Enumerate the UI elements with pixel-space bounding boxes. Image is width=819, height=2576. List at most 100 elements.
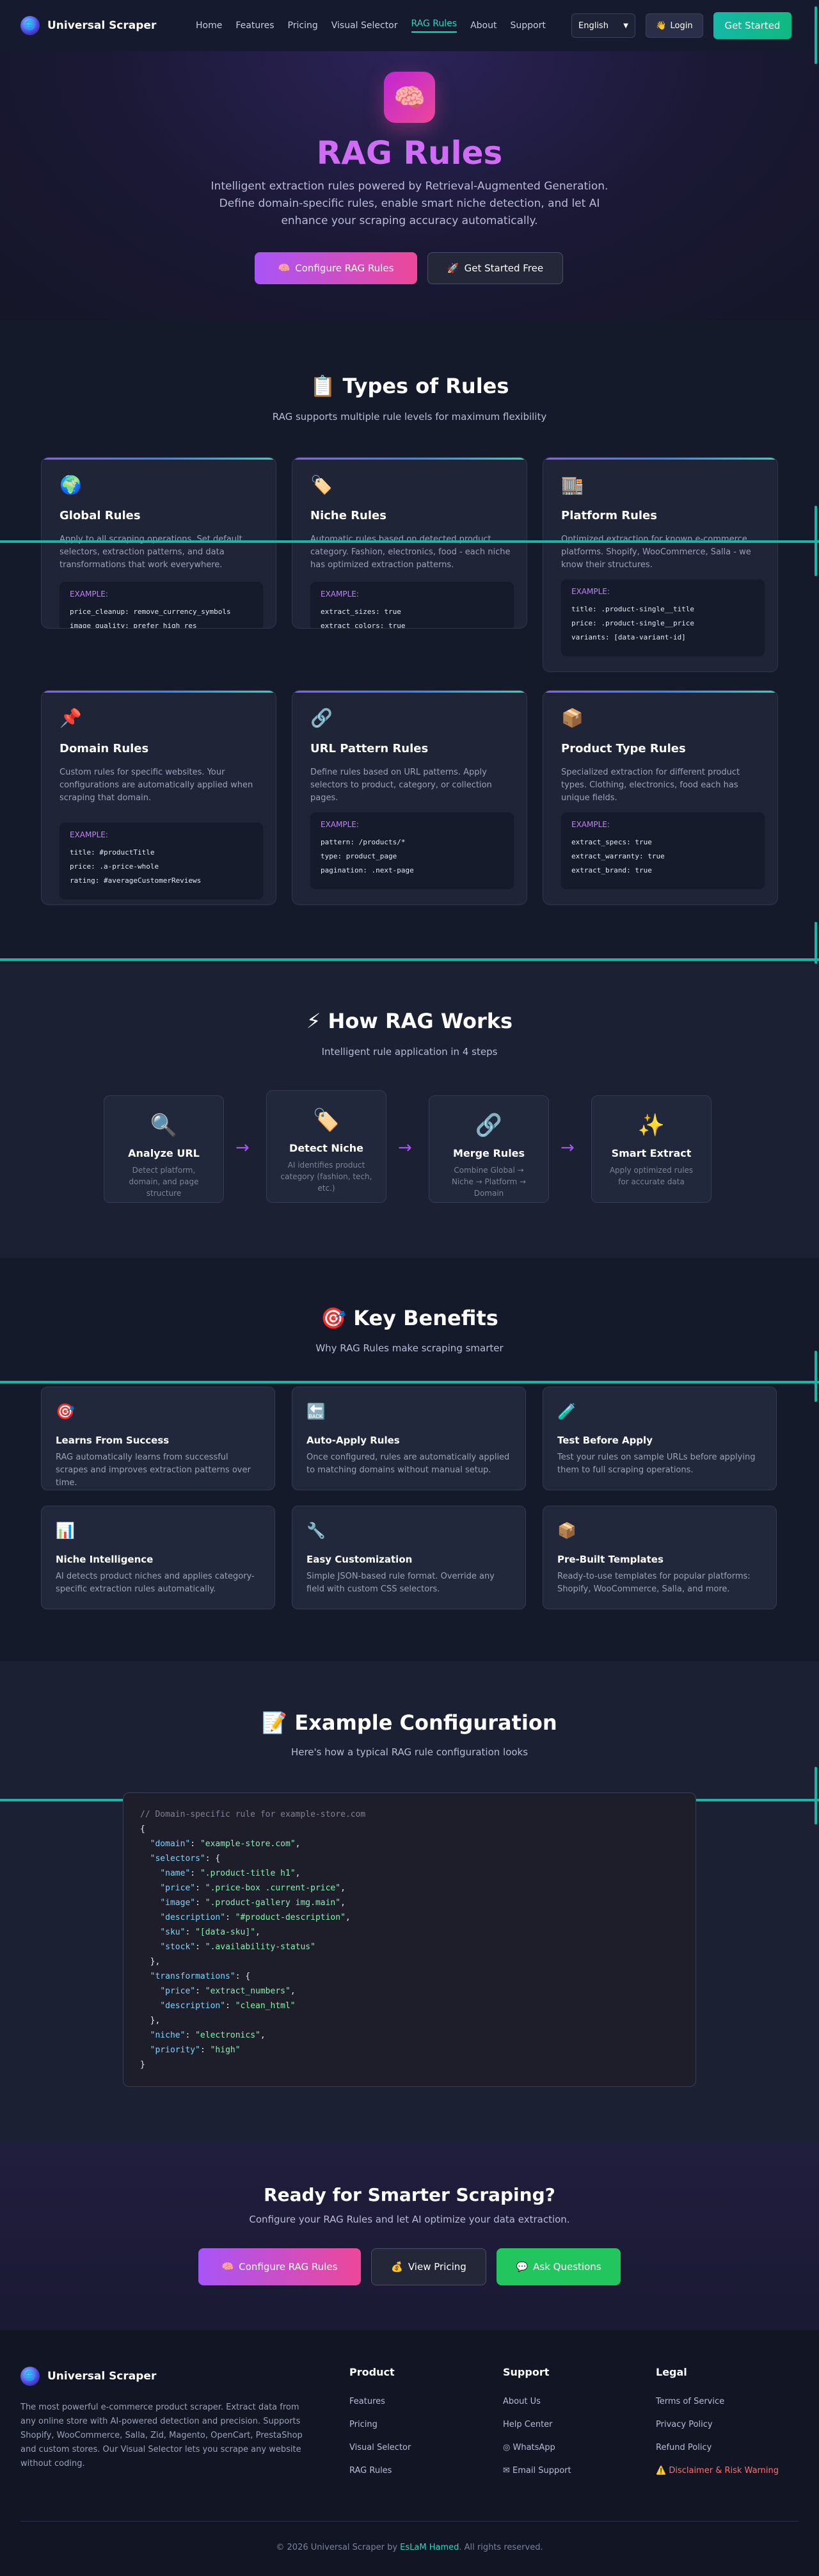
login-label: Login [670,20,693,31]
footer-link-visual-selector[interactable]: Visual Selector [349,2443,411,2452]
get-started-button[interactable]: Get Started [713,12,791,39]
teal-divider [0,958,819,961]
example-line: image_quality: prefer_high_res [70,622,197,629]
nav-visual-selector[interactable]: Visual Selector [331,20,398,31]
footer-link-whatsapp[interactable]: ◎ WhatsApp [503,2443,555,2452]
nav-pricing[interactable]: Pricing [288,20,318,31]
footer-link-disclaimer[interactable]: ⚠️ Disclaimer & Risk Warning [656,2466,779,2475]
rule-icon: 🌍 [60,474,82,495]
globe-logo-icon: 🌐 [20,16,40,35]
example-line: price: .a-price-whole [70,862,159,871]
footer-link-terms[interactable]: Terms of Service [656,2397,724,2406]
arrow-right-icon: → [561,1138,575,1157]
cta-configure-button[interactable]: 🧠 Configure RAG Rules [198,2248,361,2285]
chevron-down-icon: ▼ [623,22,628,29]
nav-rag-rules[interactable]: RAG Rules [411,19,457,33]
ask-questions-button[interactable]: 💬 Ask Questions [497,2248,621,2285]
rule-desc: Optimized extraction for known e-commerc… [561,535,751,570]
author-link[interactable]: EsLaM Hamed [400,2543,459,2552]
rule-desc: Custom rules for specific websites. Your… [60,768,253,803]
rule-desc: Define rules based on URL patterns. Appl… [310,768,492,803]
step-desc: Combine Global → Niche → Platform → Doma… [451,1166,527,1198]
hero-subtitle: Intelligent extraction rules powered by … [211,180,608,227]
view-pricing-button[interactable]: 💰 View Pricing [371,2248,486,2285]
how-title: ⚡ How RAG Works [0,1009,819,1033]
cta-title: Ready for Smarter Scraping? [264,2184,555,2205]
link-icon: 🔗 [475,1113,503,1138]
footer-link-privacy[interactable]: Privacy Policy [656,2420,713,2429]
types-title: 📋 Types of Rules [0,374,819,398]
rule-title: Product Type Rules [561,742,686,755]
card-accent-bar [42,458,276,460]
footer-brand[interactable]: 🌐 Universal Scraper [20,2367,156,2386]
copyright-post: . All rights reserved. [459,2543,543,2552]
footer-link-email[interactable]: ✉ Email Support [503,2466,571,2475]
scroll-indicator [815,506,817,576]
rule-example: EXAMPLE: extract_specs: true extract_warra… [561,812,765,889]
footer-link-about[interactable]: About Us [503,2397,541,2406]
copyright-pre: © 2026 Universal Scraper by [276,2543,401,2552]
arrow-right-icon: → [398,1138,412,1157]
view-pricing-label: View Pricing [408,2261,466,2273]
clipboard-icon: 📋 [310,374,343,398]
benefit-card-5: 📦 Pre-Built Templates Ready-to-use templat… [543,1506,777,1609]
rule-icon: 🏷️ [310,474,333,495]
footer-link-pricing[interactable]: Pricing [349,2420,378,2429]
footer-link-help[interactable]: Help Center [503,2420,553,2429]
footer-link-features[interactable]: Features [349,2397,385,2406]
nav-features[interactable]: Features [235,20,274,31]
get-started-free-button[interactable]: 🚀 Get Started Free [427,252,563,284]
sparkles-icon: ✨ [637,1113,665,1138]
nav-support[interactable]: Support [510,20,545,31]
configure-rag-rules-button[interactable]: 🧠 Configure RAG Rules [255,252,417,284]
brain-icon: 🧠 [384,72,435,123]
warning-icon: ⚠️ [656,2466,669,2475]
cta-configure-label: Configure RAG Rules [239,2261,338,2273]
footer-link-refund[interactable]: Refund Policy [656,2443,712,2452]
step-desc: Apply optimized rules for accurate data [609,1166,694,1186]
rule-title: URL Pattern Rules [310,742,429,755]
language-select[interactable]: English ▼ [571,13,635,38]
benefit-title: Easy Customization [306,1554,413,1565]
rule-card-1: 🏷️ Niche Rules Automatic rules based on de… [292,457,527,629]
code-comment: // Domain-specific rule for example-stor… [140,1810,366,1819]
how-subtitle: Intelligent rule application in 4 steps [321,1046,498,1058]
ask-questions-label: Ask Questions [533,2261,601,2273]
rule-title: Domain Rules [60,742,149,755]
scroll-indicator [815,1767,817,1824]
benefit-card-3: 📊 Niche Intelligence AI detects product ni… [41,1506,275,1609]
rule-card-5: 📦 Product Type Rules Specialized extractio… [543,690,778,905]
benefits-title-text: Key Benefits [353,1306,498,1330]
rule-card-2: 🏬 Platform Rules Optimized extraction for … [543,457,778,672]
example-label: EXAMPLE: [321,590,359,599]
step-detect-niche: 🏷️ Detect Niche AI identifies product ca… [266,1090,386,1203]
login-button[interactable]: 👋 Login [646,13,703,38]
rule-card-0: 🌍 Global Rules Apply to all scraping opera… [41,457,276,629]
benefit-title: Learns From Success [56,1435,170,1446]
teal-divider [0,540,819,543]
example-label: EXAMPLE: [321,820,359,829]
example-line: pattern: /products/* [321,838,406,846]
example-line: price_cleanup: remove_currency_symbols [70,608,231,616]
money-bag-icon: 💰 [391,2261,403,2273]
rule-title: Global Rules [60,509,141,522]
nav-home[interactable]: Home [196,20,222,31]
rule-title: Platform Rules [561,509,657,522]
nav-about[interactable]: About [470,20,497,31]
config-code-block: // Domain-specific rule for example-stor… [123,1792,696,2087]
footer-link-rag-rules[interactable]: RAG Rules [349,2466,392,2475]
rule-title: Niche Rules [310,509,386,522]
globe-logo-icon: 🌐 [20,2367,40,2386]
language-value: English [578,20,608,31]
benefit-title: Test Before Apply [557,1435,653,1446]
benefit-card-4: 🔧 Easy Customization Simple JSON-based rul… [292,1506,526,1609]
rule-example: EXAMPLE: pattern: /products/* type: produc… [310,812,514,889]
benefit-card-0: 🎯 Learns From Success RAG automatically le… [41,1387,275,1490]
step-smart-extract: ✨ Smart Extract Apply optimized rules fo… [591,1095,712,1203]
benefit-desc: Once configured, rules are automatically… [306,1453,510,1475]
example-line: pagination: .next-page [321,866,414,874]
scroll-indicator [815,6,817,64]
benefit-desc: RAG automatically learns from successful… [56,1453,251,1488]
rule-card-4: 🔗 URL Pattern Rules Define rules based on … [292,690,527,905]
brand[interactable]: 🌐 Universal Scraper [20,16,156,35]
